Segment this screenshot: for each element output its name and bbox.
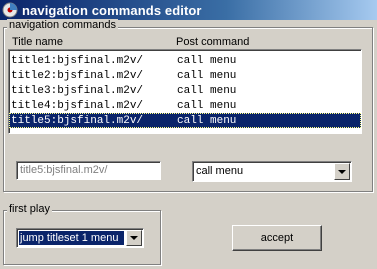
title-name-field[interactable]: title5:bjsfinal.m2v/ [16,161,161,180]
post-command-select[interactable]: call menu [192,161,352,182]
row-command: call menu [177,114,237,127]
post-command-value: call menu [196,165,244,177]
row-title: title1:bjsfinal.m2v/ [11,54,144,67]
title-bar[interactable]: navigation commands editor [0,0,377,20]
chevron-down-icon [130,236,138,240]
row-command: call menu [177,84,237,97]
navigation-list[interactable]: title1:bjsfinal.m2v/ call menu title2:bj… [8,49,362,134]
row-title: title2:bjsfinal.m2v/ [11,69,144,82]
first-play-value: jump titleset 1 menu [19,231,124,245]
app-icon [2,2,18,18]
accept-button[interactable]: accept [232,225,322,251]
row-title: title3:bjsfinal.m2v/ [11,84,144,97]
row-title: title4:bjsfinal.m2v/ [11,99,144,112]
list-row-title2[interactable]: title2:bjsfinal.m2v/ call menu [9,68,361,83]
title-name-header: Title name [12,36,63,48]
post-command-dropdown-button[interactable] [334,163,350,180]
window-title: navigation commands editor [22,2,202,18]
first-play-select[interactable]: jump titleset 1 menu [16,228,144,248]
list-row-title1[interactable]: title1:bjsfinal.m2v/ call menu [9,53,361,68]
navigation-commands-label: navigation commands [7,19,119,31]
first-play-label: first play [7,203,52,215]
list-row-title5[interactable]: title5:bjsfinal.m2v/ call menu [9,113,361,128]
post-command-header: Post command [176,36,250,48]
row-command: call menu [177,69,237,82]
list-row-title4[interactable]: title4:bjsfinal.m2v/ call menu [9,98,361,113]
first-play-dropdown-button[interactable] [126,230,142,246]
row-command: call menu [177,54,237,67]
list-row-title3[interactable]: title3:bjsfinal.m2v/ call menu [9,83,361,98]
row-title: title5:bjsfinal.m2v/ [11,114,144,127]
chevron-down-icon [338,169,346,174]
row-command: call menu [177,99,237,112]
